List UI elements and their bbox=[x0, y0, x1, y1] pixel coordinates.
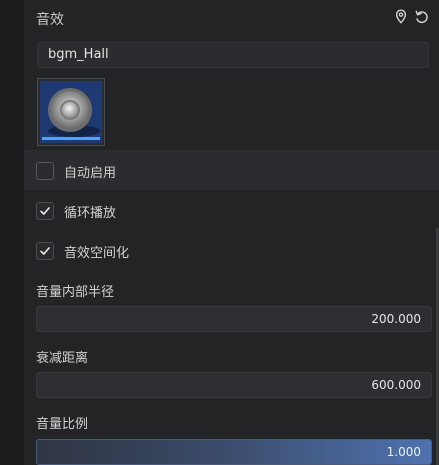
spatial-audio-toggle[interactable]: 音效空间化 bbox=[36, 241, 129, 261]
check-icon bbox=[40, 247, 50, 255]
auto-enable-label: 自动启用 bbox=[64, 165, 117, 181]
loop-label: 循环播放 bbox=[64, 205, 117, 221]
loop-toggle[interactable]: 循环播放 bbox=[36, 201, 116, 221]
audio-clip-name-field[interactable]: bgm_Hall bbox=[37, 42, 429, 68]
thumbnail-progress-bar bbox=[42, 137, 100, 140]
inner-radius-input[interactable]: 200.000 bbox=[36, 306, 432, 332]
inner-radius-label: 音量内部半径 bbox=[36, 285, 115, 300]
volume-scale-label: 音量比例 bbox=[36, 417, 89, 432]
loop-checkbox[interactable] bbox=[36, 202, 54, 220]
spatial-audio-label: 音效空间化 bbox=[64, 245, 130, 261]
panel-title: 音效 bbox=[36, 12, 64, 28]
falloff-distance-input[interactable]: 600.000 bbox=[36, 372, 432, 398]
location-pin-icon[interactable] bbox=[392, 8, 410, 26]
audio-thumbnail[interactable] bbox=[37, 78, 105, 146]
check-icon bbox=[40, 207, 50, 215]
auto-enable-toggle[interactable]: 自动启用 bbox=[36, 161, 116, 181]
falloff-distance-label: 衰减距离 bbox=[36, 351, 89, 366]
left-gutter bbox=[0, 0, 24, 465]
volume-scale-slider[interactable]: 1.000 bbox=[36, 439, 432, 465]
speaker-icon bbox=[40, 81, 102, 143]
spatial-audio-checkbox[interactable] bbox=[36, 242, 54, 260]
auto-enable-checkbox[interactable] bbox=[36, 162, 54, 180]
reset-icon[interactable] bbox=[413, 8, 431, 26]
